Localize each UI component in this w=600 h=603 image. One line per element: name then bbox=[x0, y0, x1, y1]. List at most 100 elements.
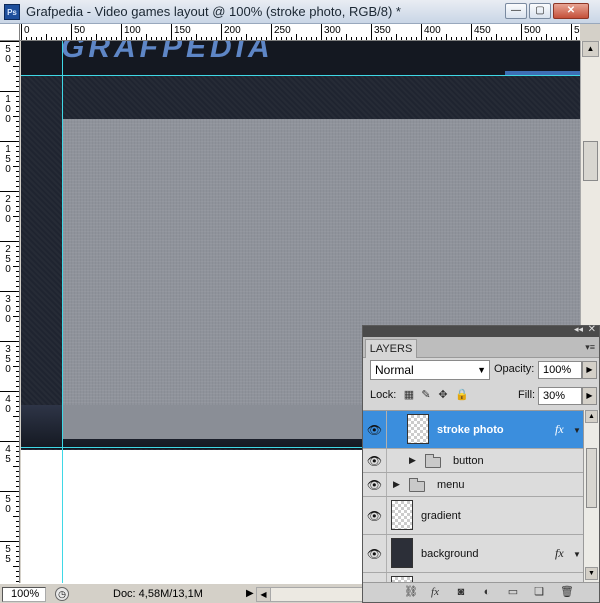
ruler-tick bbox=[16, 526, 19, 527]
ruler-label: 4 5 bbox=[5, 444, 11, 465]
ruler-tick bbox=[16, 51, 19, 52]
scroll-up-button[interactable]: ▲ bbox=[582, 41, 599, 57]
ruler-tick bbox=[576, 37, 577, 40]
blend-mode-value: Normal bbox=[375, 363, 414, 377]
scroll-left-button[interactable]: ◀ bbox=[257, 588, 271, 601]
canvas-vertical-scrollbar[interactable]: ▲ bbox=[580, 41, 600, 327]
ruler-corner[interactable] bbox=[0, 24, 20, 41]
ruler-tick bbox=[291, 37, 292, 40]
ruler-tick bbox=[541, 37, 542, 40]
panel-titlebar[interactable]: ◂◂ ✕ bbox=[363, 324, 599, 337]
scroll-up-button[interactable]: ▲ bbox=[585, 410, 598, 423]
fill-field[interactable]: 30% bbox=[538, 387, 582, 405]
scroll-thumb[interactable] bbox=[586, 448, 597, 508]
opacity-field[interactable]: 100% bbox=[538, 361, 582, 379]
ruler-label: 5 bbox=[574, 25, 580, 36]
add-mask-icon[interactable]: ◙ bbox=[453, 585, 469, 600]
layer-effects-icon[interactable]: fx bbox=[555, 422, 564, 437]
layer-name[interactable]: gradient bbox=[421, 510, 461, 522]
blend-mode-select[interactable]: Normal ▼ bbox=[370, 360, 490, 380]
scroll-thumb[interactable] bbox=[583, 141, 598, 181]
canvas-horizontal-scrollbar[interactable]: ◀ bbox=[256, 587, 364, 602]
layers-scrollbar[interactable]: ▲ ▼ bbox=[583, 410, 599, 582]
expand-effects-icon[interactable]: ▼ bbox=[573, 426, 581, 435]
lock-transparent-icon[interactable]: ▦ bbox=[403, 389, 415, 401]
ruler-tick bbox=[171, 24, 172, 40]
layer-row[interactable]: 👁 ▶ menu bbox=[363, 473, 583, 497]
lock-all-icon[interactable]: 🔒 bbox=[455, 389, 469, 401]
new-layer-icon[interactable]: ❏ bbox=[531, 585, 547, 600]
expand-group-icon[interactable]: ▶ bbox=[409, 455, 416, 466]
maximize-button[interactable]: ▢ bbox=[529, 3, 551, 19]
ruler-tick bbox=[21, 24, 22, 40]
ruler-tick bbox=[16, 186, 19, 187]
ruler-tick bbox=[406, 37, 407, 40]
zoom-field[interactable]: 100% bbox=[2, 587, 46, 602]
ruler-tick bbox=[16, 171, 19, 172]
layer-row[interactable]: 👁 ▶ button bbox=[363, 449, 583, 473]
opacity-slider-button[interactable]: ▶ bbox=[582, 361, 597, 379]
layer-row[interactable] bbox=[363, 573, 583, 582]
guide-vertical[interactable] bbox=[62, 41, 63, 583]
visibility-eye-icon[interactable]: 👁 bbox=[363, 535, 387, 572]
scroll-down-button[interactable]: ▼ bbox=[585, 567, 598, 580]
layers-list: 👁 stroke photo fx ▼ 👁 ▶ button 👁 ▶ menu bbox=[363, 410, 583, 582]
ruler-label: 400 bbox=[424, 25, 441, 36]
visibility-eye-icon[interactable]: 👁 bbox=[363, 473, 387, 496]
ruler-tick bbox=[571, 24, 572, 40]
layer-name[interactable]: button bbox=[453, 455, 484, 467]
ruler-label: 50 bbox=[74, 25, 86, 36]
ruler-tick bbox=[16, 501, 19, 502]
layer-name[interactable]: background bbox=[421, 548, 479, 560]
lock-position-icon[interactable]: ✥ bbox=[437, 389, 449, 401]
layer-effects-icon[interactable]: fx bbox=[555, 546, 564, 561]
close-button[interactable]: ✕ bbox=[553, 3, 589, 19]
ruler-tick bbox=[13, 216, 19, 217]
status-menu-arrow-icon[interactable]: ▶ bbox=[246, 588, 254, 599]
panel-menu-icon[interactable]: ▾≡ bbox=[585, 342, 595, 353]
horizontal-ruler[interactable]: 0 50 100 150 200 250 300 350 400 450 500 5 bbox=[20, 24, 580, 41]
visibility-eye-icon[interactable]: 👁 bbox=[363, 411, 387, 448]
layer-name[interactable]: stroke photo bbox=[437, 424, 504, 436]
new-group-icon[interactable]: ▭ bbox=[505, 585, 521, 600]
ruler-tick bbox=[13, 416, 19, 417]
layer-row[interactable]: 👁 stroke photo fx ▼ bbox=[363, 411, 583, 449]
expand-group-icon[interactable]: ▶ bbox=[393, 479, 400, 490]
expand-effects-icon[interactable]: ▼ bbox=[573, 550, 581, 559]
visibility-eye-icon[interactable]: 👁 bbox=[363, 497, 387, 534]
link-layers-icon[interactable]: ⛓ bbox=[403, 585, 419, 600]
ruler-tick bbox=[16, 126, 19, 127]
fill-slider-button[interactable]: ▶ bbox=[582, 387, 597, 405]
layer-thumbnail bbox=[407, 414, 429, 444]
delete-layer-icon[interactable]: 🗑 bbox=[559, 585, 575, 600]
collapse-panel-icon[interactable]: ◂◂ bbox=[574, 324, 583, 335]
lock-label: Lock: bbox=[370, 389, 397, 401]
ruler-tick bbox=[13, 566, 19, 567]
layer-row[interactable]: 👁 background fx ▼ bbox=[363, 535, 583, 573]
close-panel-icon[interactable]: ✕ bbox=[588, 324, 596, 335]
ruler-label: 5 5 bbox=[5, 544, 11, 565]
ruler-tick bbox=[0, 541, 19, 542]
ruler-tick bbox=[356, 37, 357, 40]
add-layer-style-icon[interactable]: fx bbox=[427, 585, 443, 600]
vertical-ruler[interactable]: 5 0 1 0 0 1 5 0 2 0 0 2 5 0 3 0 0 3 5 0 4 0 4 5 5… bbox=[0, 41, 20, 583]
minimize-button[interactable]: — bbox=[505, 3, 527, 19]
tab-layers[interactable]: LAYERS bbox=[365, 339, 417, 358]
ruler-tick bbox=[16, 396, 19, 397]
ruler-tick bbox=[16, 311, 19, 312]
ruler-tick bbox=[176, 37, 177, 40]
lock-image-brush-icon[interactable]: ✎ bbox=[420, 389, 432, 401]
visibility-eye-icon[interactable] bbox=[363, 573, 387, 582]
layer-name[interactable]: menu bbox=[437, 479, 465, 491]
ruler-tick bbox=[431, 37, 432, 40]
layer-row[interactable]: 👁 gradient bbox=[363, 497, 583, 535]
ruler-tick bbox=[16, 231, 19, 232]
guide-horizontal-1[interactable] bbox=[21, 75, 580, 76]
status-info-icon[interactable]: ◷ bbox=[55, 587, 69, 601]
visibility-eye-icon[interactable]: 👁 bbox=[363, 449, 387, 472]
ruler-label: 2 5 0 bbox=[5, 244, 11, 275]
ruler-tick bbox=[16, 221, 19, 222]
adjustment-layer-icon[interactable]: ◐ bbox=[479, 585, 495, 600]
ruler-tick bbox=[511, 37, 512, 40]
ruler-tick bbox=[371, 24, 372, 40]
